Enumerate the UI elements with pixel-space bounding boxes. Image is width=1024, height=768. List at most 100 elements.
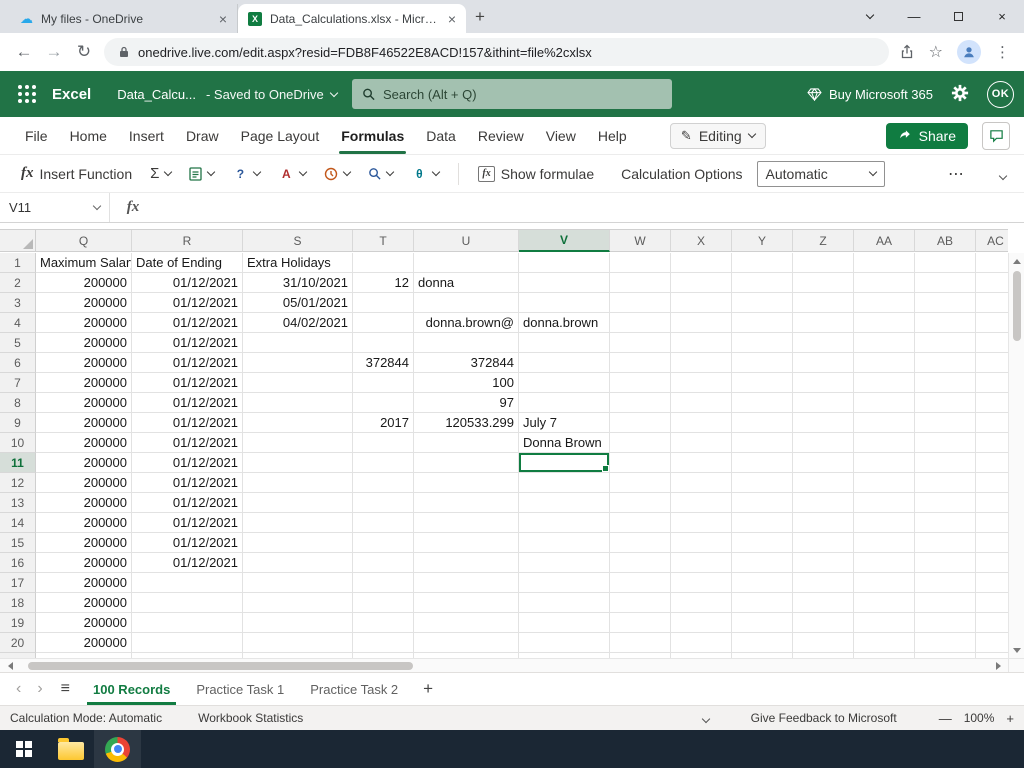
cell-AC20[interactable] (976, 633, 1008, 653)
cell-AC21[interactable] (976, 653, 1008, 658)
cell-R14[interactable]: 01/12/2021 (132, 513, 243, 533)
minimize-button[interactable]: — (892, 0, 936, 33)
file-name[interactable]: Data_Calcu... (117, 87, 196, 102)
cell-Y4[interactable] (732, 313, 793, 333)
cell-V15[interactable] (519, 533, 610, 553)
cell-U10[interactable] (414, 433, 519, 453)
cell-Z12[interactable] (793, 473, 854, 493)
cell-AC7[interactable] (976, 373, 1008, 393)
cell-V14[interactable] (519, 513, 610, 533)
cell-R5[interactable]: 01/12/2021 (132, 333, 243, 353)
cell-Z9[interactable] (793, 413, 854, 433)
cell-Z14[interactable] (793, 513, 854, 533)
cell-Y10[interactable] (732, 433, 793, 453)
row-header-1[interactable]: 1 (0, 253, 36, 273)
cell-W2[interactable] (610, 273, 671, 293)
ribbon-tab-review[interactable]: Review (467, 117, 535, 154)
cell-R8[interactable]: 01/12/2021 (132, 393, 243, 413)
buy-microsoft-365-button[interactable]: Buy Microsoft 365 (807, 87, 933, 102)
cell-V16[interactable] (519, 553, 610, 573)
share-page-icon[interactable] (899, 44, 915, 60)
cell-W4[interactable] (610, 313, 671, 333)
cell-AB12[interactable] (915, 473, 976, 493)
cell-Z1[interactable] (793, 253, 854, 273)
cell-AA7[interactable] (854, 373, 915, 393)
cell-X4[interactable] (671, 313, 732, 333)
cell-W18[interactable] (610, 593, 671, 613)
ribbon-tab-help[interactable]: Help (587, 117, 638, 154)
cell-Z13[interactable] (793, 493, 854, 513)
cell-AA4[interactable] (854, 313, 915, 333)
cell-AC5[interactable] (976, 333, 1008, 353)
app-launcher-button[interactable] (10, 77, 44, 111)
cell-V1[interactable] (519, 253, 610, 273)
row-header-21[interactable]: 21 (0, 653, 36, 658)
account-avatar[interactable]: OK (987, 80, 1014, 108)
cell-Y15[interactable] (732, 533, 793, 553)
text-functions-dropdown[interactable]: A (273, 163, 311, 185)
cell-W12[interactable] (610, 473, 671, 493)
cell-Q8[interactable]: 200000 (36, 393, 132, 413)
cell-T12[interactable] (353, 473, 414, 493)
cell-X5[interactable] (671, 333, 732, 353)
sheet-tab-practice-task-1[interactable]: Practice Task 1 (183, 673, 297, 705)
back-icon[interactable]: ← (14, 42, 34, 62)
cell-Q17[interactable]: 200000 (36, 573, 132, 593)
vertical-scroll-thumb[interactable] (1012, 271, 1021, 341)
datetime-functions-dropdown[interactable] (319, 164, 355, 184)
cell-AC8[interactable] (976, 393, 1008, 413)
new-tab-button[interactable]: + (466, 3, 494, 31)
cell-V6[interactable] (519, 353, 610, 373)
row-header-2[interactable]: 2 (0, 273, 36, 293)
cell-AA11[interactable] (854, 453, 915, 473)
cell-X17[interactable] (671, 573, 732, 593)
cell-Y3[interactable] (732, 293, 793, 313)
column-header-s[interactable]: S (243, 230, 353, 252)
cell-T9[interactable]: 2017 (353, 413, 414, 433)
cell-AB14[interactable] (915, 513, 976, 533)
row-header-12[interactable]: 12 (0, 473, 36, 493)
zoom-out-button[interactable]: — (939, 711, 952, 726)
cell-W1[interactable] (610, 253, 671, 273)
cell-AC6[interactable] (976, 353, 1008, 373)
cell-Q15[interactable]: 200000 (36, 533, 132, 553)
ribbon-tab-data[interactable]: Data (415, 117, 467, 154)
cell-S11[interactable] (243, 453, 353, 473)
cell-Z16[interactable] (793, 553, 854, 573)
cell-W16[interactable] (610, 553, 671, 573)
cell-AA19[interactable] (854, 613, 915, 633)
cell-U15[interactable] (414, 533, 519, 553)
column-header-z[interactable]: Z (793, 230, 854, 252)
cell-T20[interactable] (353, 633, 414, 653)
insert-function-button[interactable]: fx Insert Function (16, 162, 137, 185)
column-header-v[interactable]: V (519, 230, 610, 252)
share-button[interactable]: Share (885, 122, 968, 149)
cell-AC17[interactable] (976, 573, 1008, 593)
cell-AC18[interactable] (976, 593, 1008, 613)
cell-AA12[interactable] (854, 473, 915, 493)
cell-Q6[interactable]: 200000 (36, 353, 132, 373)
cell-AC1[interactable] (976, 253, 1008, 273)
cell-AB18[interactable] (915, 593, 976, 613)
cell-T15[interactable] (353, 533, 414, 553)
cell-V10[interactable]: Donna Brown (519, 433, 610, 453)
cell-W17[interactable] (610, 573, 671, 593)
cell-T11[interactable] (353, 453, 414, 473)
cell-W15[interactable] (610, 533, 671, 553)
cell-AC3[interactable] (976, 293, 1008, 313)
cell-S19[interactable] (243, 613, 353, 633)
cell-V21[interactable] (519, 653, 610, 658)
workbook-statistics-button[interactable]: Workbook Statistics (198, 711, 303, 725)
row-header-16[interactable]: 16 (0, 553, 36, 573)
cell-U4[interactable]: donna.brown@ (414, 313, 519, 333)
cell-S7[interactable] (243, 373, 353, 393)
cell-Q14[interactable]: 200000 (36, 513, 132, 533)
row-header-5[interactable]: 5 (0, 333, 36, 353)
cell-Q7[interactable]: 200000 (36, 373, 132, 393)
cell-Z19[interactable] (793, 613, 854, 633)
cell-S16[interactable] (243, 553, 353, 573)
cell-Z7[interactable] (793, 373, 854, 393)
show-formulae-button[interactable]: fx Show formulae (473, 163, 599, 185)
status-expand-chevron[interactable] (701, 711, 710, 725)
cell-AB21[interactable] (915, 653, 976, 658)
